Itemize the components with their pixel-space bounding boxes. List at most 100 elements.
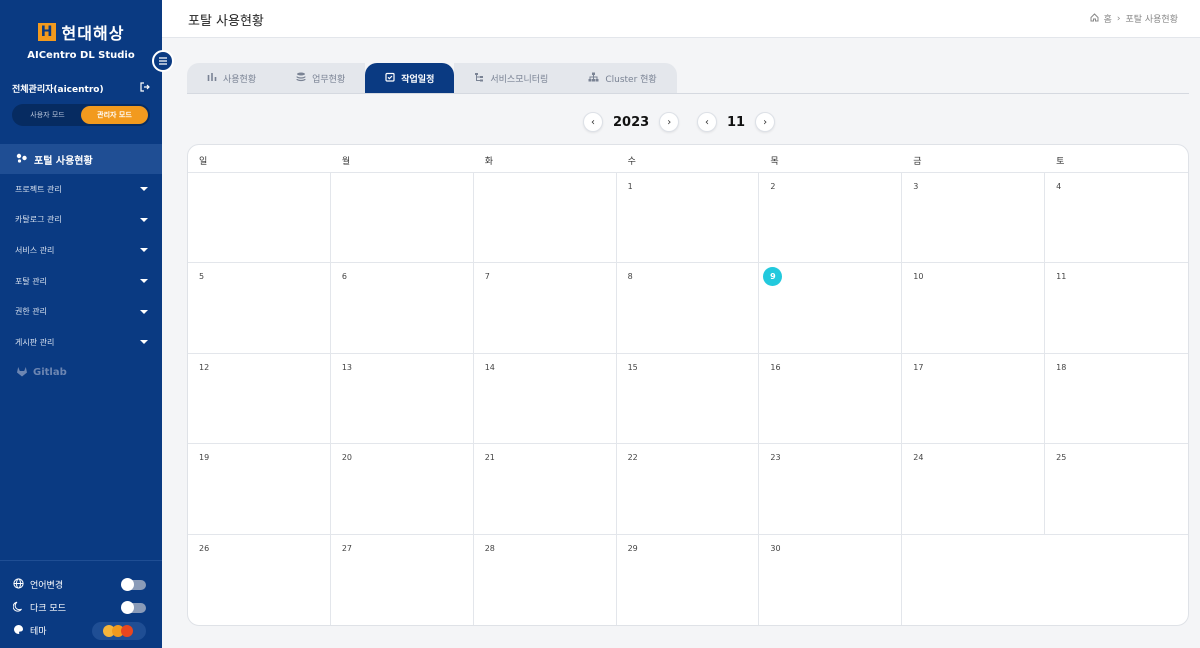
tab-label: 서비스모니터링 [490, 74, 549, 85]
sidebar-item-service[interactable]: 서비스 관리 [0, 235, 162, 266]
sidebar-item-board[interactable]: 게시판 관리 [0, 327, 162, 358]
tab-service-monitoring[interactable]: 서비스모니터링 [454, 63, 569, 93]
user-row: 전체관리자(aicentro) [12, 82, 150, 95]
date-number: 19 [199, 453, 210, 463]
calendar-day-cell [188, 173, 331, 264]
calendar-day-cell[interactable]: 19 [188, 444, 331, 535]
calendar-day-cell[interactable]: 17 [902, 353, 1046, 445]
weekday-label: 수 [627, 157, 636, 167]
tab-usage[interactable]: 사용현황 [187, 63, 277, 93]
logout-icon[interactable] [140, 82, 150, 95]
calendar-day-cell[interactable]: 29 [617, 534, 760, 625]
calendar-day-cell[interactable]: 22 [616, 444, 760, 535]
sidebar-item-portal-usage[interactable]: 포털 사용현황 [0, 144, 162, 174]
hierarchy-icon [474, 72, 484, 85]
calendar-day-cell[interactable]: 11 [1045, 263, 1188, 354]
sidebar-item-label: 프로젝트 관리 [15, 184, 62, 194]
date-number: 6 [341, 272, 347, 282]
tab-divider [187, 93, 1189, 94]
date-number: 5 [199, 272, 205, 282]
calendar-day-cell[interactable]: 23 [759, 444, 903, 535]
calendar-day-cell[interactable]: 9 [759, 263, 903, 354]
calendar-day-cell[interactable]: 28 [474, 534, 617, 625]
prev-month-button[interactable]: ‹ [697, 112, 717, 132]
tab-label: 사용현황 [223, 74, 257, 85]
sidebar-item-label: 게시판 관리 [15, 337, 55, 347]
user-mode-button[interactable]: 사용자 모드 [14, 106, 81, 124]
weekday-label: 금 [913, 157, 922, 167]
date-number: 29 [627, 543, 638, 553]
menu-toggle-icon[interactable] [152, 50, 174, 72]
calendar-day-cell[interactable]: 8 [616, 263, 760, 354]
language-switch[interactable] [121, 578, 146, 591]
date-number: 27 [341, 543, 353, 553]
next-month-button[interactable]: › [755, 112, 776, 132]
calendar-day-cell[interactable]: 24 [902, 444, 1046, 535]
date-number: 4 [1056, 182, 1062, 191]
calendar-day-cell[interactable]: 30 [759, 534, 903, 625]
calendar-day-cell[interactable]: 13 [330, 353, 474, 445]
sidebar-item-permission[interactable]: 권한 관리 [0, 296, 162, 327]
theme-setting: 테마 [0, 619, 162, 642]
sidebar-item-label: 카탈로그 관리 [15, 215, 62, 225]
tab-schedule[interactable]: 작업일정 [365, 63, 455, 93]
calendar-day-cell[interactable]: 7 [473, 263, 617, 354]
year-value: 2023 [613, 114, 650, 130]
caret-down-icon [140, 217, 148, 222]
tab-work-status[interactable]: 업무현황 [276, 63, 366, 93]
prev-year-button[interactable]: ‹ [583, 112, 603, 132]
breadcrumb-home[interactable]: 홈 [1104, 12, 1112, 25]
sidebar-item-gitlab[interactable]: Gitlab [0, 358, 162, 388]
calendar-day-cell [1045, 535, 1188, 625]
calendar-day-cell[interactable]: 16 [759, 353, 903, 445]
calendar-day-cell[interactable]: 26 [188, 534, 331, 625]
page-header: 포탈 사용현황 홈 › 포탈 사용현황 [162, 0, 1200, 38]
breadcrumb-current: 포탈 사용현황 [1125, 15, 1178, 25]
calendar-day-cell[interactable]: 10 [902, 263, 1046, 354]
weekday-label: 월 [341, 157, 351, 167]
tab-label: 작업일정 [401, 74, 435, 85]
database-icon [296, 72, 306, 85]
sidebar-item-catalog[interactable]: 카탈로그 관리 [0, 205, 162, 236]
next-year-button[interactable]: › [659, 112, 680, 132]
date-number: 2 [770, 182, 776, 191]
tab-cluster-status[interactable]: Cluster 현황 [568, 63, 677, 93]
calendar-day-cell[interactable]: 18 [1045, 354, 1188, 445]
theme-label: 테마 [30, 627, 47, 637]
date-number: 16 [770, 362, 781, 372]
dots-icon [16, 153, 28, 166]
weekday-label: 일 [199, 157, 208, 167]
dark-mode-switch[interactable] [121, 601, 146, 614]
calendar-day-cell[interactable]: 20 [330, 444, 474, 535]
calendar-day-cell[interactable]: 2 [759, 173, 903, 264]
calendar-day-cell[interactable]: 14 [473, 353, 617, 445]
breadcrumb: 홈 › 포탈 사용현황 [1090, 12, 1178, 25]
calendar-day-cell[interactable]: 12 [188, 353, 331, 445]
logo-text: 현대해상 [61, 24, 125, 43]
language-setting: 언어변경 [0, 573, 162, 596]
admin-mode-button[interactable]: 관리자 모드 [81, 106, 148, 124]
calendar-day-cell[interactable]: 25 [1045, 444, 1188, 535]
logo[interactable]: H 현대해상 AICentro DL Studio [0, 20, 162, 61]
calendar: 일 월 화 수 목 금 토 1 2 3 4 5 6 7 8 9 10 11 12 13 14 15 16 17 1… [187, 144, 1189, 626]
home-icon[interactable] [1090, 12, 1099, 25]
chevron-right-icon: › [1116, 13, 1121, 24]
calendar-day-cell[interactable]: 21 [473, 444, 617, 535]
calendar-day-cell[interactable]: 1 [616, 173, 760, 264]
sidebar-item-project[interactable]: 프로젝트 관리 [0, 174, 162, 205]
sidebar-item-portal[interactable]: 포탈 관리 [0, 266, 162, 297]
gitlab-icon [16, 366, 28, 380]
calendar-day-cell[interactable]: 3 [902, 173, 1046, 264]
calendar-day-cell[interactable]: 5 [188, 263, 331, 354]
theme-dot-red[interactable] [120, 624, 133, 637]
date-number: 8 [627, 272, 633, 282]
date-number: 22 [627, 453, 638, 463]
calendar-weekday-header: 일 월 화 수 목 금 토 [188, 145, 1188, 173]
sidebar-item-label: 포탈 관리 [15, 276, 47, 286]
theme-picker[interactable] [92, 621, 146, 640]
calendar-day-cell[interactable]: 6 [330, 263, 474, 354]
calendar-day-cell[interactable]: 27 [331, 534, 474, 625]
calendar-day-cell[interactable]: 15 [616, 353, 760, 445]
bar-chart-icon [207, 72, 217, 85]
calendar-day-cell[interactable]: 4 [1045, 173, 1188, 264]
